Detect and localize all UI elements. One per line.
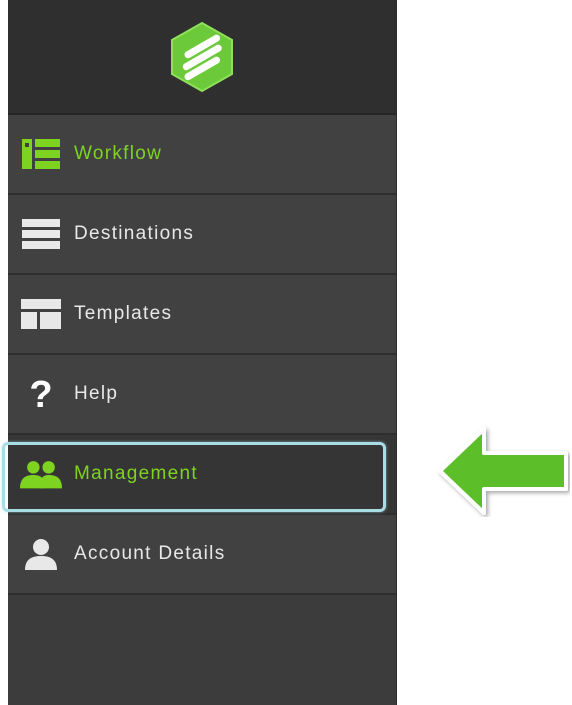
sidebar-item-label: Workflow bbox=[74, 143, 163, 164]
pointer-arrow bbox=[438, 427, 568, 515]
sidebar-item-destinations[interactable]: Destinations bbox=[8, 195, 396, 275]
template-icon bbox=[20, 298, 62, 330]
sidebar-item-account-details[interactable]: Account Details bbox=[8, 515, 396, 595]
users-icon bbox=[20, 458, 62, 490]
sidebar-item-help[interactable]: ? Help bbox=[8, 355, 396, 435]
sidebar-item-label: Account Details bbox=[74, 543, 226, 564]
question-icon: ? bbox=[20, 376, 62, 412]
sidebar-item-workflow[interactable]: Workflow bbox=[8, 115, 396, 195]
sidebar-item-management[interactable]: Management bbox=[8, 435, 396, 515]
list-icon bbox=[20, 218, 62, 250]
brand-logo[interactable] bbox=[166, 21, 238, 93]
svg-text:?: ? bbox=[29, 376, 52, 412]
sidebar-item-templates[interactable]: Templates bbox=[8, 275, 396, 355]
sidebar-item-label: Help bbox=[74, 383, 119, 404]
sidebar-item-label: Templates bbox=[74, 303, 173, 324]
sidebar: Workflow Destinations Templates ? Help M… bbox=[8, 0, 397, 705]
sidebar-item-label: Management bbox=[74, 463, 198, 484]
logo-area bbox=[8, 0, 396, 115]
user-icon bbox=[20, 538, 62, 570]
sidebar-item-label: Destinations bbox=[74, 223, 195, 244]
sidebar-menu: Workflow Destinations Templates ? Help M… bbox=[8, 115, 396, 595]
workflow-icon bbox=[20, 138, 62, 170]
